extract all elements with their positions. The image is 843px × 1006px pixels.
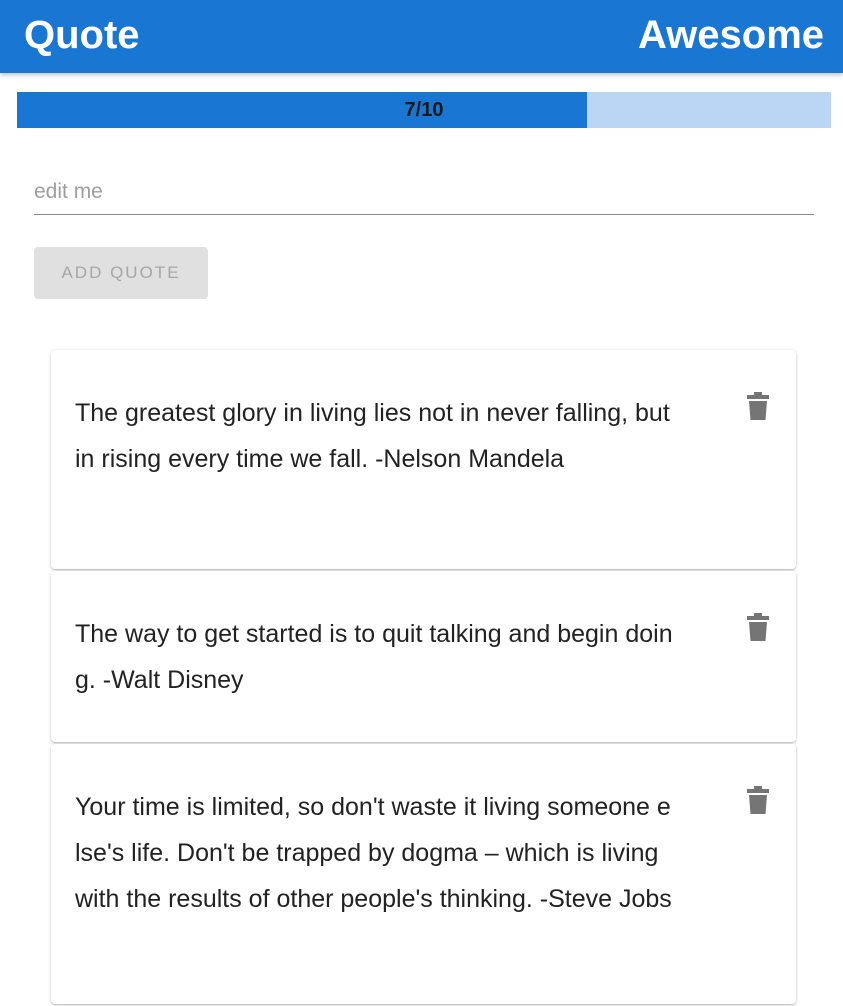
trash-icon bbox=[747, 786, 769, 814]
quote-card: The way to get started is to quit talkin… bbox=[51, 571, 796, 742]
quote-text: The way to get started is to quit talkin… bbox=[75, 620, 673, 694]
quote-text: Your time is limited, so don't waste it … bbox=[75, 793, 672, 913]
trash-icon bbox=[747, 613, 769, 641]
app-title-awesome: Awesome bbox=[637, 13, 824, 57]
quote-card: The greatest glory in living lies not in… bbox=[51, 350, 796, 569]
trash-icon bbox=[747, 392, 769, 420]
quote-card: Your time is limited, so don't waste it … bbox=[51, 744, 796, 1004]
delete-quote-button[interactable] bbox=[746, 786, 770, 814]
quote-input[interactable] bbox=[34, 170, 814, 215]
quote-progress-bar: 7/10 bbox=[17, 92, 831, 128]
app-bar: Quote Awesome bbox=[0, 0, 843, 73]
app-title-quote: Quote bbox=[24, 13, 140, 57]
quote-list: The greatest glory in living lies not in… bbox=[51, 350, 796, 1006]
delete-quote-button[interactable] bbox=[746, 613, 770, 641]
quote-text: The greatest glory in living lies not in… bbox=[75, 399, 670, 473]
progress-label: 7/10 bbox=[404, 99, 444, 121]
add-quote-button[interactable]: ADD QUOTE bbox=[34, 247, 208, 299]
delete-quote-button[interactable] bbox=[746, 392, 770, 420]
